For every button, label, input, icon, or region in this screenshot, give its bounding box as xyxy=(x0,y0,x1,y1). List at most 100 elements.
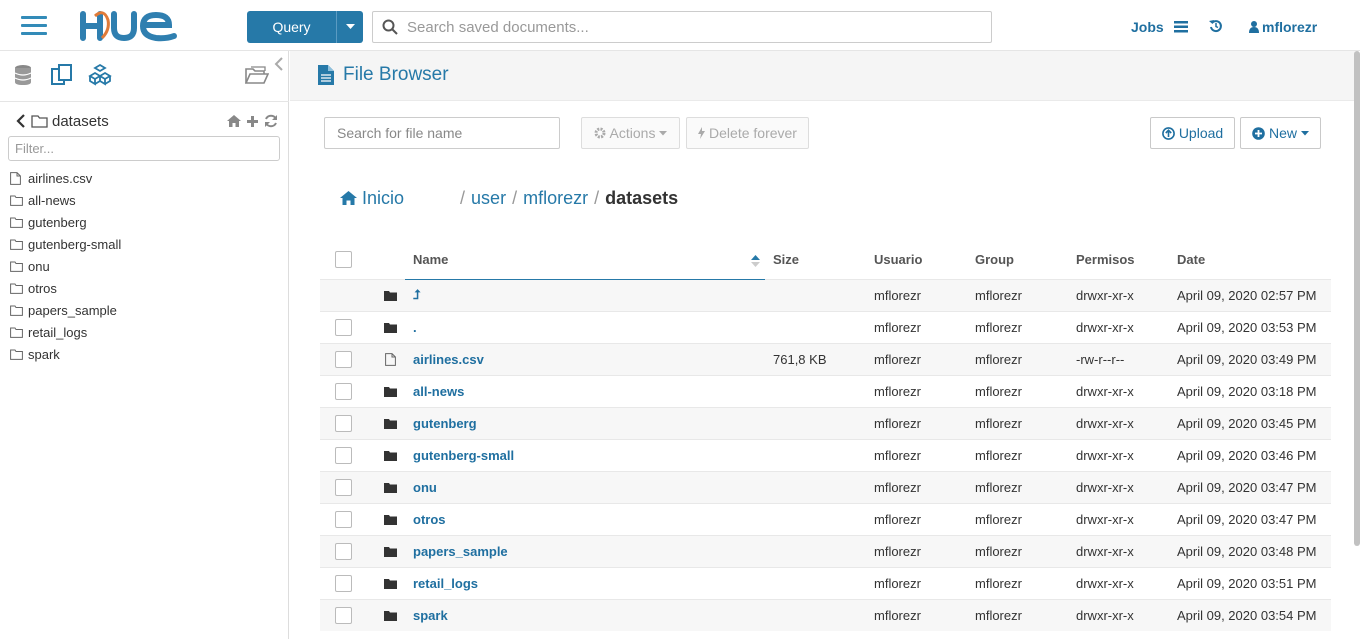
table-row[interactable]: . mflorezr mflorezr drwxr-xr-x April 09, 202… xyxy=(320,310,1331,343)
upload-button[interactable]: Upload xyxy=(1150,117,1235,149)
column-size-label: Size xyxy=(773,252,800,268)
jobs-button[interactable]: Jobs xyxy=(1131,19,1188,35)
column-header-name[interactable]: Name xyxy=(405,241,765,280)
row-checkbox[interactable] xyxy=(335,318,352,336)
assist-list-item[interactable]: gutenberg xyxy=(10,211,280,233)
row-checkbox[interactable] xyxy=(335,510,352,528)
file-owner: mflorezr xyxy=(874,351,921,367)
breadcrumb-home[interactable]: Inicio xyxy=(340,188,404,209)
chevron-left-icon[interactable] xyxy=(12,113,30,129)
file-name-link[interactable]: onu xyxy=(413,480,437,495)
file-name-search-input[interactable] xyxy=(324,117,560,149)
table-row[interactable]: retail_logs mflorezr mflorezr drwxr-xr-x Apr… xyxy=(320,566,1331,599)
assist-list-item[interactable]: airlines.csv xyxy=(10,167,280,189)
row-checkbox[interactable] xyxy=(335,414,352,432)
row-checkbox[interactable] xyxy=(335,350,352,368)
table-row[interactable]: ⮥ mflorezr mflorezr drwxr-xr-x April 09, 202… xyxy=(320,278,1331,311)
actions-dropdown-button[interactable]: Actions xyxy=(581,117,680,149)
collapse-panel-icon[interactable] xyxy=(274,57,284,71)
file-owner: mflorezr xyxy=(874,543,921,559)
caret-down-icon[interactable] xyxy=(337,24,363,30)
table-row[interactable]: spark mflorezr mflorezr drwxr-xr-x April 09,… xyxy=(320,598,1331,631)
refresh-icon[interactable] xyxy=(264,114,278,128)
file-name-link[interactable]: retail_logs xyxy=(413,576,478,591)
file-group: mflorezr xyxy=(975,607,1022,623)
file-name-link[interactable]: spark xyxy=(413,608,448,623)
home-icon[interactable] xyxy=(227,115,241,127)
saved-documents-search[interactable] xyxy=(372,11,992,43)
top-navigation-bar: Query Jobs mflorezr xyxy=(0,0,1360,51)
row-checkbox[interactable] xyxy=(335,446,352,464)
file-name-link[interactable]: otros xyxy=(413,512,446,527)
breadcrumb-separator: / xyxy=(594,187,600,208)
file-name-link[interactable]: gutenberg xyxy=(413,416,477,431)
assist-item-label: all-news xyxy=(28,192,76,208)
new-label: New xyxy=(1268,125,1297,141)
delete-forever-button[interactable]: Delete forever xyxy=(686,117,809,149)
saved-documents-search-input[interactable] xyxy=(407,13,991,41)
column-header-user[interactable]: Usuario xyxy=(866,241,967,279)
page-scrollbar[interactable] xyxy=(1354,51,1360,546)
file-name-link[interactable]: all-news xyxy=(413,384,464,399)
table-row[interactable]: gutenberg-small mflorezr mflorezr drwxr-xr-… xyxy=(320,438,1331,471)
row-checkbox[interactable] xyxy=(335,542,352,560)
assist-item-label: onu xyxy=(28,258,50,274)
hue-logo[interactable] xyxy=(80,8,180,44)
file-owner: mflorezr xyxy=(874,319,921,335)
file-name-link[interactable]: ⮥ xyxy=(413,287,421,302)
plus-icon[interactable] xyxy=(246,115,259,128)
assist-list-item[interactable]: otros xyxy=(10,277,280,299)
breadcrumb-user[interactable]: user xyxy=(471,188,506,209)
assist-list-item[interactable]: retail_logs xyxy=(10,321,280,343)
column-header-permissions[interactable]: Permisos xyxy=(1068,241,1169,279)
files-table: Name Size Usuario Group Permisos Date ⮥ m… xyxy=(320,241,1331,631)
folder-icon xyxy=(375,578,405,589)
table-row[interactable]: all-news mflorezr mflorezr drwxr-xr-x April … xyxy=(320,374,1331,407)
new-dropdown-button[interactable]: New xyxy=(1240,117,1321,149)
actions-label: Actions xyxy=(609,125,656,141)
file-name-link[interactable]: gutenberg-small xyxy=(413,448,514,463)
folder-icon xyxy=(375,450,405,461)
file-date: April 09, 2020 03:51 PM xyxy=(1177,575,1317,591)
table-row[interactable]: airlines.csv 761,8 KB mflorezr mflorezr -rw-… xyxy=(320,342,1331,375)
row-checkbox[interactable] xyxy=(335,382,352,400)
row-checkbox[interactable] xyxy=(335,606,352,624)
assist-list-item[interactable]: onu xyxy=(10,255,280,277)
column-header-date[interactable]: Date xyxy=(1169,241,1331,279)
row-checkbox[interactable] xyxy=(335,478,352,496)
assist-list-item[interactable]: gutenberg-small xyxy=(10,233,280,255)
cubes-icon[interactable] xyxy=(88,63,112,87)
file-name-link[interactable]: papers_sample xyxy=(413,544,508,559)
file-name-link[interactable]: . xyxy=(413,320,417,335)
hamburger-menu-icon[interactable] xyxy=(21,16,47,36)
assist-breadcrumb: datasets xyxy=(12,111,278,131)
history-icon[interactable] xyxy=(1209,19,1223,36)
column-date-label: Date xyxy=(1177,252,1206,268)
search-icon xyxy=(373,19,407,35)
table-row[interactable]: papers_sample mflorezr mflorezr drwxr-xr-x A… xyxy=(320,534,1331,567)
username: mflorezr xyxy=(1262,19,1318,35)
assist-list-item[interactable]: all-news xyxy=(10,189,280,211)
select-all-checkbox[interactable] xyxy=(335,251,352,269)
query-button[interactable]: Query xyxy=(247,11,363,43)
table-row[interactable]: gutenberg mflorezr mflorezr drwxr-xr-x April… xyxy=(320,406,1331,439)
folder-icon xyxy=(375,546,405,557)
assist-filter-input[interactable] xyxy=(8,136,280,161)
assist-item-label: gutenberg-small xyxy=(28,236,122,252)
column-header-size[interactable]: Size xyxy=(765,241,866,279)
assist-list-item[interactable]: papers_sample xyxy=(10,299,280,321)
column-user-label: Usuario xyxy=(874,252,923,268)
table-row[interactable]: onu mflorezr mflorezr drwxr-xr-x April 09, 2… xyxy=(320,470,1331,503)
breadcrumb-mflorezr[interactable]: mflorezr xyxy=(523,188,588,209)
page-title: File Browser xyxy=(343,64,449,85)
folder-open-icon[interactable] xyxy=(245,63,269,85)
database-icon[interactable] xyxy=(12,63,36,87)
user-menu[interactable]: mflorezr xyxy=(1249,19,1317,35)
row-checkbox[interactable] xyxy=(335,574,352,592)
file-name-link[interactable]: airlines.csv xyxy=(413,352,484,367)
documents-icon[interactable] xyxy=(50,63,74,87)
column-header-group[interactable]: Group xyxy=(967,241,1068,279)
table-row[interactable]: otros mflorezr mflorezr drwxr-xr-x April 09,… xyxy=(320,502,1331,535)
user-icon xyxy=(1249,21,1259,33)
assist-list-item[interactable]: spark xyxy=(10,343,280,365)
